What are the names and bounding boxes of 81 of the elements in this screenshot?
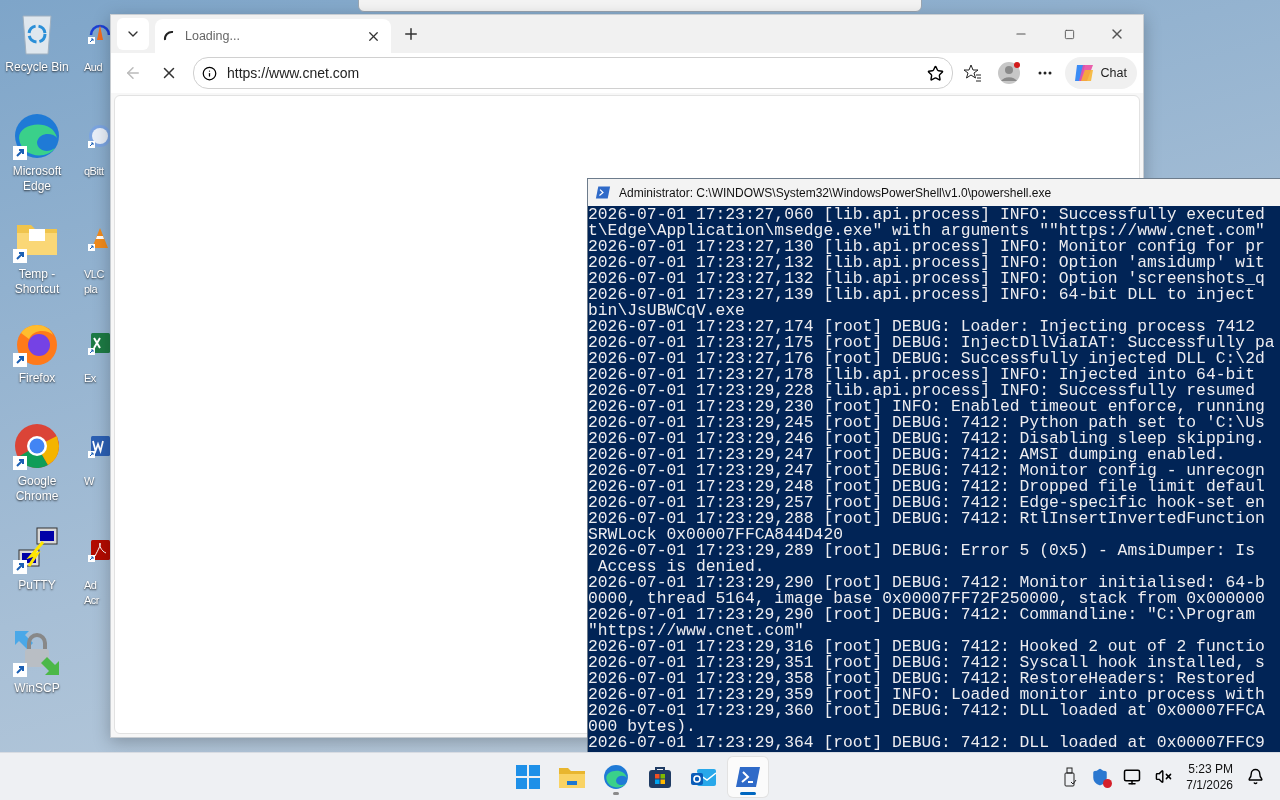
padlock-arrows-icon	[13, 629, 61, 677]
console-line: 2026-07-01 17:23:27,176 [root] DEBUG: Successfully injected DLL C:\2d	[588, 351, 1265, 367]
desktop-icon-label[interactable]: Firefox	[1, 370, 73, 386]
desktop-icon-label[interactable]: WinSCP	[1, 681, 73, 696]
console-line: 2026-07-01 17:23:29,360 [root] DEBUG: 7412: DLL loaded at 0x00007FFCA	[588, 703, 1265, 719]
console-line: 2026-07-01 17:23:29,248 [root] DEBUG: 7412: Dropped file limit defaul	[588, 479, 1265, 495]
desktop-icon-label[interactable]: Temp - Shortcut	[1, 267, 73, 297]
desktop-icon-label[interactable]: W	[84, 474, 94, 489]
console-line: 2026-07-01 17:23:29,290 [root] DEBUG: 7412: Monitor initialised: 64-b	[588, 575, 1265, 591]
info-icon	[202, 65, 217, 81]
console-line: 2026-07-01 17:23:27,132 [lib.api.process] INFO: Option 'amsidump' wit	[588, 255, 1265, 271]
notification-bell-icon[interactable]	[1247, 768, 1264, 785]
desktop-icon-label[interactable]: Microsoft Edge	[1, 163, 73, 194]
address-bar[interactable]: https://www.cnet.com	[193, 57, 953, 89]
desktop-icon-label[interactable]: VLC pla	[84, 267, 104, 297]
desktop-icon-label[interactable]: Aud	[84, 60, 103, 75]
maximize-icon	[1063, 28, 1075, 40]
console-line: Access is denied.	[596, 559, 765, 575]
favorite-star-icon[interactable]	[926, 64, 944, 82]
powershell-icon	[595, 186, 611, 199]
console-line: 2026-07-01 17:23:29,364 [root] DEBUG: 7412: DLL loaded at 0x00007FFC9	[588, 735, 1265, 751]
copilot-logo-icon	[1072, 62, 1095, 84]
console-line: t\Edge\Application\msedge.exe" with arguments ""https://www.cnet.com"	[588, 223, 1265, 239]
powershell-icon	[735, 766, 761, 788]
console-line: 2026-07-01 17:23:29,351 [root] DEBUG: 7412: Syscall hook installed, s	[588, 655, 1265, 671]
console-line: 2026-07-01 17:23:29,246 [root] DEBUG: 7412: Disabling sleep skipping.	[588, 431, 1265, 447]
console-line: "https://www.cnet.com"	[588, 623, 804, 639]
edge-icon	[603, 764, 629, 790]
desktop-icon-label[interactable]: PuTTY	[1, 577, 73, 593]
more-icon	[1037, 71, 1052, 75]
edge-icon	[13, 111, 61, 160]
console-line: SRWLock 0x00007FFCA844D420	[588, 527, 843, 543]
profile-avatar-icon	[997, 62, 1020, 84]
console-line: 2026-07-01 17:23:27,130 [lib.api.process] INFO: Monitor config for pr	[588, 239, 1265, 255]
console-line: 2026-07-01 17:23:27,178 [lib.api.process] INFO: Injected into 64-bit	[588, 367, 1255, 383]
desktop-icon-label[interactable]: Ex	[84, 370, 96, 386]
chat-button[interactable]: Chat	[1064, 57, 1137, 89]
tab-title: Loading...	[185, 29, 241, 43]
console-line: 2026-07-01 17:23:29,290 [root] DEBUG: 7412: Commandline: "C:\Program	[588, 607, 1255, 623]
console-line: 2026-07-01 17:23:29,247 [root] DEBUG: 7412: Monitor config - unrecogn	[588, 463, 1265, 479]
browser-tab[interactable]: Loading...	[155, 19, 391, 53]
plus-icon	[402, 25, 420, 43]
console-line: 000 bytes).	[588, 719, 696, 735]
console-line: 2026-07-01 17:23:27,132 [lib.api.process] INFO: Option 'screenshots_q	[588, 271, 1265, 287]
desktop-icon-label[interactable]: Ad Acr	[84, 577, 99, 608]
taskbar-app-button[interactable]	[728, 757, 768, 797]
console-line: 2026-07-01 17:23:29,228 [lib.api.process] INFO: Successfully resumed	[588, 383, 1255, 399]
console-line: 2026-07-01 17:23:29,247 [root] DEBUG: 7412: AMSI dumping enabled.	[588, 447, 1226, 463]
console-line: 2026-07-01 17:23:29,358 [root] DEBUG: 7412: RestoreHeaders: Restored	[588, 671, 1255, 687]
console-line: 2026-07-01 17:23:27,174 [root] DEBUG: Loader: Injecting process 7412	[588, 319, 1255, 335]
desktop-icon-label[interactable]: Recycle Bin	[1, 60, 73, 75]
console-line: bin\JsUBWCqV.exe	[588, 303, 745, 319]
desktop-icon-label[interactable]: qBitt	[84, 163, 104, 179]
clock[interactable]: 5:23 PM 7/1/2026	[1186, 761, 1233, 792]
folder-icon	[559, 766, 585, 788]
time-text: 5:23 PM	[1188, 761, 1233, 776]
console-line: 2026-07-01 17:23:29,230 [root] INFO: Enabled timeout enforce, running	[588, 399, 1265, 415]
url-text: https://www.cnet.com	[227, 65, 361, 81]
window-title: Administrator: C:\WINDOWS\System32\WindowsPowerShell\v1.0\powershell.exe	[619, 185, 1052, 200]
console-line: 2026-07-01 17:23:29,288 [root] DEBUG: 7412: RtlInsertInvertedFunction	[588, 511, 1265, 527]
console-line: 2026-07-01 17:23:29,257 [root] DEBUG: 7412: Edge-specific hook-set en	[588, 495, 1265, 511]
volume-muted-icon[interactable]	[1155, 768, 1173, 785]
favorites-icon	[963, 64, 982, 82]
desktop-icon-label[interactable]: Google Chrome	[1, 474, 73, 504]
console-line: 2026-07-01 17:23:29,359 [root] INFO: Loaded monitor into process with	[588, 687, 1265, 703]
console-line: 2026-07-01 17:23:29,316 [root] DEBUG: 7412: Hooked 2 out of 2 functio	[588, 639, 1265, 655]
chrome-icon	[13, 422, 61, 470]
console-line: 2026-07-01 17:23:29,245 [root] DEBUG: 7412: Python path set to 'C:\Us	[588, 415, 1265, 431]
console-line: 2026-07-01 17:23:29,289 [root] DEBUG: Error 5 (0x5) - AmsiDumper: Is	[588, 543, 1255, 559]
console-line: 2026-07-01 17:23:27,175 [root] DEBUG: InjectDllViaIAT: Successfully pa	[588, 335, 1275, 351]
security-shield-icon[interactable]	[1091, 767, 1110, 786]
console-line: 2026-07-01 17:23:27,060 [lib.api.process] INFO: Successfully executed	[588, 207, 1265, 223]
date-text: 7/1/2026	[1186, 777, 1233, 792]
usb-drive-icon[interactable]	[1063, 766, 1078, 787]
network-icon[interactable]	[1123, 767, 1142, 786]
terminal-computers-icon	[13, 525, 61, 574]
console-line: 2026-07-01 17:23:27,139 [lib.api.process] INFO: 64-bit DLL to inject	[588, 287, 1255, 303]
loading-spinner-icon	[163, 30, 175, 42]
store-bag-icon	[648, 765, 672, 789]
windows-start-icon	[516, 765, 540, 789]
console-line: 0000, thread 5164, image base 0x00007FF72F250000, stack from 0x000000	[588, 591, 1265, 607]
